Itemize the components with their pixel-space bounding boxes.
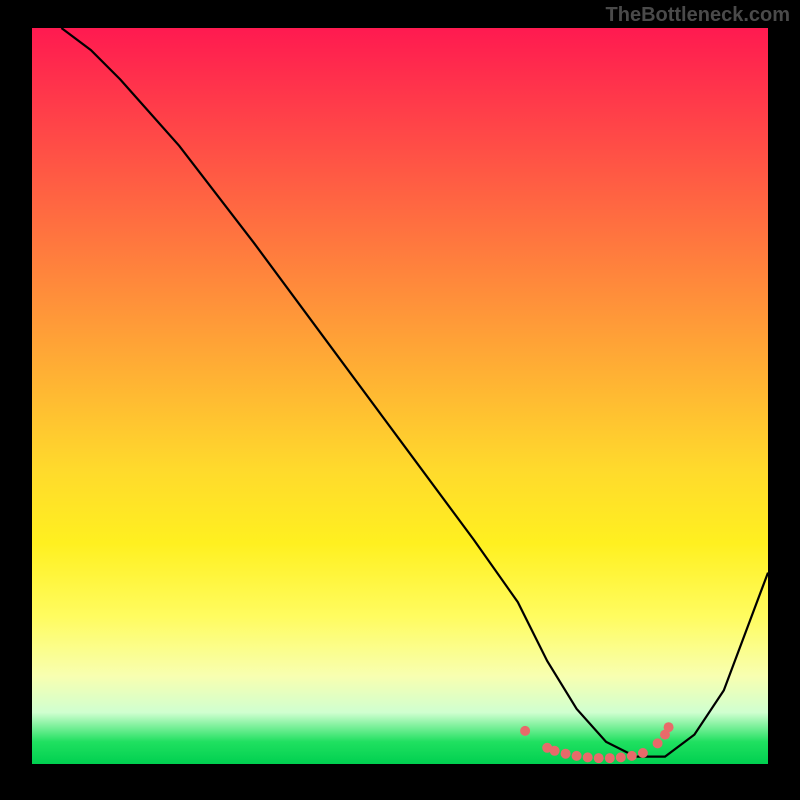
marker-dot [638,748,648,758]
marker-dot [561,749,571,759]
marker-dot [583,752,593,762]
watermark-text: TheBottleneck.com [606,4,790,27]
marker-dot [653,738,663,748]
marker-dot [572,751,582,761]
marker-dot [520,726,530,736]
marker-dot [594,753,604,763]
plot-area [32,28,768,764]
marker-dot [550,746,560,756]
marker-dot [664,722,674,732]
marker-dot [605,753,615,763]
marker-dot [616,752,626,762]
marker-dot [627,751,637,761]
bottleneck-curve [61,28,768,757]
chart-svg [32,28,768,764]
